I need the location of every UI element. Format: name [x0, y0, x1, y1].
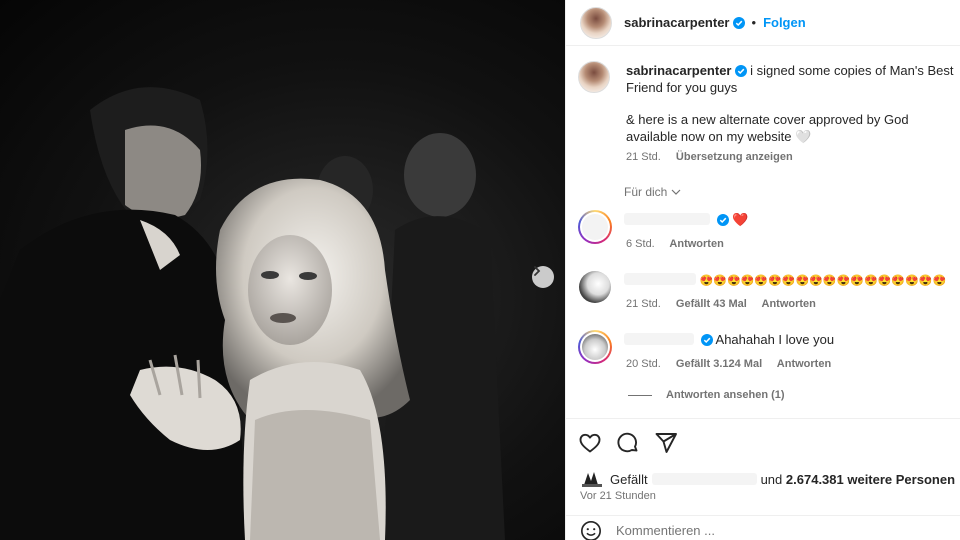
liker-logo-image	[582, 472, 602, 487]
next-photo-button[interactable]	[532, 266, 554, 288]
post-timestamp: Vor 21 Stunden	[580, 490, 656, 502]
smiley-icon[interactable]	[580, 520, 602, 540]
likes-count[interactable]: 2.674.381 weitere Personen	[786, 472, 955, 487]
likes-summary[interactable]: Gefällt und 2.674.381 weitere Personen	[580, 469, 955, 489]
translate-link[interactable]: Übersetzung anzeigen	[676, 151, 793, 163]
photo-illustration	[0, 87, 505, 540]
verified-badge-icon	[716, 214, 729, 226]
comments-section[interactable]: sabrinacarpenter i signed some copies of…	[566, 47, 960, 417]
chevron-down-icon	[671, 189, 681, 195]
caption-text: sabrinacarpenter i signed some copies of…	[626, 63, 956, 166]
comment-text-line: Ahahahah I love you	[624, 332, 834, 347]
comment-like-count[interactable]: Gefällt 3.124 Mal	[676, 358, 762, 370]
redacted-username[interactable]	[624, 273, 696, 285]
for-you-sort-toggle[interactable]: Für dich	[624, 185, 681, 199]
liker-avatar[interactable]	[580, 469, 604, 489]
caption-time: 21 Std.	[626, 151, 661, 163]
caption-line-2: & here is a new alternate cover approved…	[626, 112, 909, 144]
comment-text-line: 😍😍😍😍😍😍😍😍😍😍😍😍😍😍😍😍😍😍	[624, 272, 946, 287]
commenter-avatar[interactable]	[578, 210, 612, 244]
speech-bubble-icon[interactable]	[616, 431, 640, 455]
add-comment-bar	[566, 515, 960, 540]
redacted-username[interactable]	[624, 213, 710, 225]
author-username[interactable]: sabrinacarpenter	[624, 15, 730, 30]
view-replies-button[interactable]: Antworten ansehen (1)	[628, 389, 785, 401]
comment-meta: 21 Std. Gefällt 43 Mal Antworten	[626, 298, 828, 310]
post-header: sabrinacarpenter • Folgen	[566, 0, 960, 46]
follow-button[interactable]: Folgen	[763, 15, 806, 30]
view-replies-label: Antworten ansehen (1)	[666, 389, 785, 401]
action-icons	[578, 431, 678, 455]
caption-meta: 21 Std. Übersetzung anzeigen	[626, 149, 956, 166]
verified-badge-icon	[700, 334, 713, 346]
separator-dot: •	[751, 15, 757, 30]
comment-time: 6 Std.	[626, 238, 655, 250]
for-you-label: Für dich	[624, 185, 668, 199]
comment-text: ❤️	[732, 212, 749, 227]
likes-prefix: Gefällt	[610, 471, 648, 487]
post-detail-panel: sabrinacarpenter • Folgen sabrinacarpent…	[565, 0, 960, 540]
comment-meta: 6 Std. Antworten	[626, 238, 736, 250]
commenter-avatar[interactable]	[579, 271, 611, 303]
post-actions: Gefällt und 2.674.381 weitere Personen V…	[566, 418, 960, 540]
commenter-avatar[interactable]	[578, 330, 612, 364]
author-avatar[interactable]	[580, 6, 612, 39]
comment-text: Ahahahah I love you	[715, 332, 835, 347]
heart-icon[interactable]	[578, 431, 602, 455]
reply-button[interactable]: Antworten	[777, 358, 831, 370]
verified-badge-icon	[734, 65, 747, 77]
caption-username[interactable]: sabrinacarpenter	[626, 63, 732, 78]
comment-text-line: ❤️	[624, 212, 748, 228]
comment-time: 21 Std.	[626, 298, 661, 310]
redacted-username[interactable]	[624, 333, 694, 345]
comment-text: 😍😍😍😍😍😍😍😍😍😍😍😍😍😍😍😍😍😍	[699, 275, 947, 287]
comment-meta: 20 Std. Gefällt 3.124 Mal Antworten	[626, 358, 843, 370]
replies-divider	[628, 394, 652, 396]
reply-button[interactable]: Antworten	[669, 238, 723, 250]
comment-time: 20 Std.	[626, 358, 661, 370]
comment-like-count[interactable]: Gefällt 43 Mal	[676, 298, 747, 310]
redacted-liker-name[interactable]	[651, 473, 757, 485]
reply-button[interactable]: Antworten	[762, 298, 816, 310]
likes-and: und	[760, 471, 783, 487]
chevron-right-icon	[534, 266, 541, 276]
verified-badge-icon	[732, 16, 745, 29]
comment-input[interactable]	[616, 523, 916, 538]
caption-author-avatar[interactable]	[578, 61, 610, 93]
paper-plane-icon[interactable]	[654, 431, 678, 455]
post-photo	[0, 0, 565, 540]
